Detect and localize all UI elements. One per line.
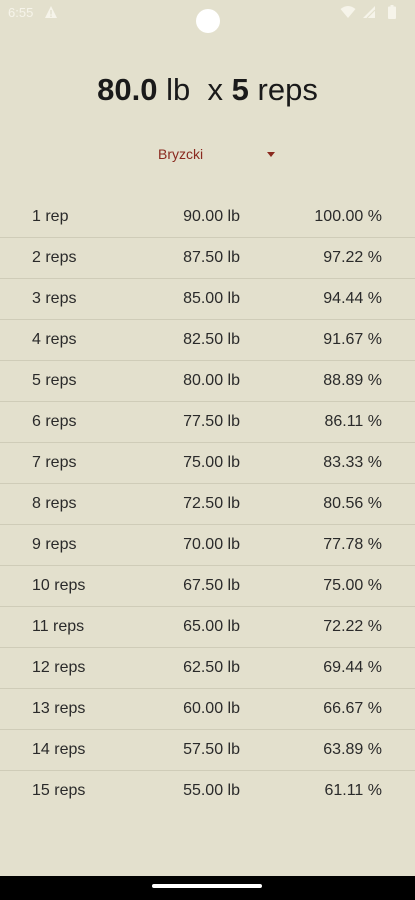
table-row: 6 reps 77.50 lb 86.11 % bbox=[0, 402, 415, 443]
table-row: 13 reps 60.00 lb 66.67 % bbox=[0, 689, 415, 730]
weight-cell: 85.00 lb bbox=[183, 290, 240, 307]
percent-cell: 72.22 % bbox=[323, 618, 382, 635]
times-symbol: x bbox=[207, 72, 224, 107]
formula-dropdown[interactable]: Bryzcki bbox=[154, 140, 284, 170]
percent-cell: 63.89 % bbox=[323, 741, 382, 758]
reps-cell: 10 reps bbox=[32, 577, 86, 594]
home-gesture-handle[interactable] bbox=[152, 884, 262, 888]
table-row: 15 reps 55.00 lb 61.11 % bbox=[0, 771, 415, 811]
percent-cell: 86.11 % bbox=[324, 413, 382, 430]
table-row: 12 reps 62.50 lb 69.44 % bbox=[0, 648, 415, 689]
table-row: 1 rep 90.00 lb 100.00 % bbox=[0, 197, 415, 238]
table-row: 10 reps 67.50 lb 75.00 % bbox=[0, 566, 415, 607]
weight-cell: 90.00 lb bbox=[183, 208, 240, 225]
percent-cell: 97.22 % bbox=[323, 249, 382, 266]
percent-cell: 66.67 % bbox=[323, 700, 382, 717]
signal-icon bbox=[362, 5, 376, 19]
status-time: 6:55 bbox=[8, 5, 34, 20]
weight-cell: 82.50 lb bbox=[183, 331, 240, 348]
reps-cell: 3 reps bbox=[32, 290, 77, 307]
weight-cell: 77.50 lb bbox=[183, 413, 240, 430]
one-rep-max-header: 80.0 lb x 5 reps bbox=[0, 70, 415, 110]
table-row: 4 reps 82.50 lb 91.67 % bbox=[0, 320, 415, 361]
table-row: 3 reps 85.00 lb 94.44 % bbox=[0, 279, 415, 320]
percent-cell: 69.44 % bbox=[323, 659, 382, 676]
weight-cell: 60.00 lb bbox=[183, 700, 240, 717]
rep-max-table: 1 rep 90.00 lb 100.00 % 2 reps 87.50 lb 97.22… bbox=[0, 197, 415, 811]
weight-cell: 55.00 lb bbox=[183, 782, 240, 799]
reps-cell: 4 reps bbox=[32, 331, 77, 348]
reps-cell: 1 rep bbox=[32, 208, 69, 225]
reps-cell: 11 reps bbox=[32, 618, 85, 635]
battery-icon bbox=[388, 5, 396, 19]
percent-cell: 83.33 % bbox=[323, 454, 382, 471]
reps-cell: 14 reps bbox=[32, 741, 86, 758]
weight-unit: lb bbox=[166, 72, 191, 107]
weight-cell: 72.50 lb bbox=[183, 495, 240, 512]
table-row: 9 reps 70.00 lb 77.78 % bbox=[0, 525, 415, 566]
navigation-bar bbox=[0, 876, 415, 900]
reps-cell: 12 reps bbox=[32, 659, 86, 676]
table-row: 14 reps 57.50 lb 63.89 % bbox=[0, 730, 415, 771]
reps-cell: 13 reps bbox=[32, 700, 86, 717]
percent-cell: 88.89 % bbox=[323, 372, 382, 389]
dropdown-arrow-icon bbox=[267, 152, 275, 157]
percent-cell: 61.11 % bbox=[324, 782, 382, 799]
percent-cell: 100.00 % bbox=[314, 208, 382, 225]
reps-unit: reps bbox=[257, 72, 318, 107]
percent-cell: 75.00 % bbox=[323, 577, 382, 594]
percent-cell: 77.78 % bbox=[323, 536, 382, 553]
reps-cell: 5 reps bbox=[32, 372, 77, 389]
weight-cell: 57.50 lb bbox=[183, 741, 240, 758]
percent-cell: 91.67 % bbox=[323, 331, 382, 348]
weight-value: 80.0 bbox=[97, 72, 158, 107]
weight-cell: 75.00 lb bbox=[183, 454, 240, 471]
table-row: 5 reps 80.00 lb 88.89 % bbox=[0, 361, 415, 402]
camera-cutout bbox=[196, 9, 220, 33]
reps-cell: 9 reps bbox=[32, 536, 77, 553]
weight-cell: 65.00 lb bbox=[183, 618, 240, 635]
reps-cell: 6 reps bbox=[32, 413, 77, 430]
weight-cell: 67.50 lb bbox=[183, 577, 240, 594]
reps-cell: 8 reps bbox=[32, 495, 77, 512]
status-bar: 6:55 bbox=[0, 0, 415, 33]
wifi-icon bbox=[340, 5, 356, 19]
warning-icon bbox=[44, 5, 58, 19]
table-row: 2 reps 87.50 lb 97.22 % bbox=[0, 238, 415, 279]
reps-value: 5 bbox=[231, 72, 249, 107]
reps-cell: 2 reps bbox=[32, 249, 77, 266]
app-screen: 6:55 80.0 lb x 5 reps Bryzcki 1 rep 90.0… bbox=[0, 0, 415, 900]
formula-selected: Bryzcki bbox=[158, 146, 204, 162]
percent-cell: 80.56 % bbox=[323, 495, 382, 512]
weight-cell: 62.50 lb bbox=[183, 659, 240, 676]
weight-cell: 87.50 lb bbox=[183, 249, 240, 266]
weight-cell: 80.00 lb bbox=[183, 372, 240, 389]
table-row: 7 reps 75.00 lb 83.33 % bbox=[0, 443, 415, 484]
table-row: 11 reps 65.00 lb 72.22 % bbox=[0, 607, 415, 648]
reps-cell: 15 reps bbox=[32, 782, 86, 799]
percent-cell: 94.44 % bbox=[323, 290, 382, 307]
table-row: 8 reps 72.50 lb 80.56 % bbox=[0, 484, 415, 525]
reps-cell: 7 reps bbox=[32, 454, 77, 471]
weight-cell: 70.00 lb bbox=[183, 536, 240, 553]
